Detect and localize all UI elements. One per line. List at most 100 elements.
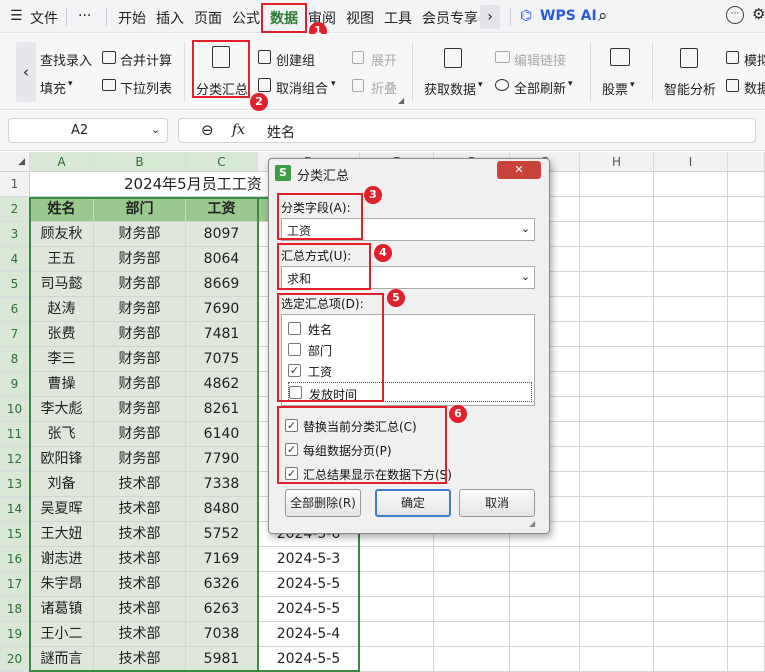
hamburger-icon[interactable]: ☰ bbox=[10, 9, 24, 23]
table-cell[interactable]: 4862 bbox=[186, 372, 258, 397]
ok-button[interactable]: 确定 bbox=[375, 489, 451, 517]
table-cell[interactable]: 6140 bbox=[186, 422, 258, 447]
model-button[interactable]: 模拟 bbox=[744, 50, 765, 69]
empty-cell[interactable] bbox=[580, 272, 654, 297]
menu-home[interactable]: 开始 bbox=[118, 8, 146, 28]
empty-cell[interactable] bbox=[728, 472, 765, 497]
row-header[interactable]: 19 bbox=[0, 622, 30, 647]
empty-cell[interactable] bbox=[728, 347, 765, 372]
data-more-button[interactable]: 数据 bbox=[744, 78, 765, 97]
menu-page[interactable]: 页面 bbox=[194, 8, 222, 28]
table-cell[interactable]: 2024-5-4 bbox=[258, 622, 360, 647]
table-cell[interactable]: 2024-5-5 bbox=[258, 572, 360, 597]
empty-cell[interactable] bbox=[580, 372, 654, 397]
table-cell[interactable]: 财务部 bbox=[94, 397, 186, 422]
table-cell[interactable]: 诸葛镇 bbox=[30, 597, 94, 622]
table-cell[interactable]: 王大妞 bbox=[30, 522, 94, 547]
empty-cell[interactable] bbox=[654, 597, 728, 622]
table-cell[interactable]: 财务部 bbox=[94, 422, 186, 447]
empty-cell[interactable] bbox=[728, 522, 765, 547]
table-cell[interactable]: 技术部 bbox=[94, 572, 186, 597]
empty-cell[interactable] bbox=[580, 422, 654, 447]
remove-all-button[interactable]: 全部删除(R) bbox=[285, 489, 361, 517]
table-cell[interactable]: 技术部 bbox=[94, 597, 186, 622]
empty-cell[interactable] bbox=[580, 597, 654, 622]
table-cell[interactable]: 技术部 bbox=[94, 647, 186, 672]
empty-cell[interactable] bbox=[654, 397, 728, 422]
empty-cell[interactable] bbox=[510, 622, 580, 647]
empty-cell[interactable] bbox=[654, 322, 728, 347]
empty-cell[interactable] bbox=[654, 622, 728, 647]
empty-cell[interactable] bbox=[654, 497, 728, 522]
table-cell[interactable]: 2024-5-5 bbox=[258, 597, 360, 622]
empty-cell[interactable] bbox=[360, 597, 434, 622]
settings-icon[interactable]: ⚙ bbox=[752, 5, 765, 23]
row-header[interactable]: 20 bbox=[0, 647, 30, 672]
empty-cell[interactable] bbox=[580, 222, 654, 247]
table-cell[interactable]: 謎而言 bbox=[30, 647, 94, 672]
table-cell[interactable]: 5981 bbox=[186, 647, 258, 672]
menu-member[interactable]: 会员专享 bbox=[422, 8, 478, 28]
row-header[interactable]: 1 bbox=[0, 172, 30, 197]
select-all-corner[interactable]: ◢ bbox=[0, 152, 30, 172]
row-header[interactable]: 18 bbox=[0, 597, 30, 622]
menu-scroll-right[interactable]: › bbox=[480, 5, 500, 29]
table-cell[interactable]: 财务部 bbox=[94, 372, 186, 397]
table-cell[interactable]: 张费 bbox=[30, 322, 94, 347]
table-cell[interactable]: 技术部 bbox=[94, 497, 186, 522]
table-cell[interactable]: 7481 bbox=[186, 322, 258, 347]
header-cell[interactable]: 姓名 bbox=[30, 197, 94, 222]
empty-cell[interactable] bbox=[728, 197, 765, 222]
column-header-j[interactable] bbox=[728, 152, 765, 172]
empty-cell[interactable] bbox=[434, 572, 510, 597]
empty-cell[interactable] bbox=[580, 397, 654, 422]
table-cell[interactable]: 8261 bbox=[186, 397, 258, 422]
empty-cell[interactable] bbox=[580, 172, 654, 197]
table-cell[interactable]: 5752 bbox=[186, 522, 258, 547]
get-data-button[interactable]: 获取数据 ▾ bbox=[422, 38, 486, 98]
empty-cell[interactable] bbox=[580, 472, 654, 497]
empty-cell[interactable] bbox=[580, 197, 654, 222]
row-header[interactable]: 6 bbox=[0, 297, 30, 322]
table-cell[interactable]: 7075 bbox=[186, 347, 258, 372]
table-cell[interactable]: 7690 bbox=[186, 297, 258, 322]
empty-cell[interactable] bbox=[580, 497, 654, 522]
menu-insert[interactable]: 插入 bbox=[156, 8, 184, 28]
empty-cell[interactable] bbox=[510, 647, 580, 672]
empty-cell[interactable] bbox=[360, 572, 434, 597]
table-cell[interactable]: 李大彪 bbox=[30, 397, 94, 422]
row-header[interactable]: 12 bbox=[0, 447, 30, 472]
table-cell[interactable]: 技术部 bbox=[94, 622, 186, 647]
table-cell[interactable]: 刘备 bbox=[30, 472, 94, 497]
table-cell[interactable]: 财务部 bbox=[94, 272, 186, 297]
table-cell[interactable]: 曹操 bbox=[30, 372, 94, 397]
dialog-titlebar[interactable]: S 分类汇总 ✕ bbox=[269, 159, 549, 187]
column-header-i[interactable]: I bbox=[654, 152, 728, 172]
menu-formula[interactable]: 公式 bbox=[232, 8, 260, 28]
empty-cell[interactable] bbox=[580, 347, 654, 372]
row-header[interactable]: 7 bbox=[0, 322, 30, 347]
create-group-button[interactable]: 创建组 bbox=[276, 50, 315, 69]
empty-cell[interactable] bbox=[434, 547, 510, 572]
empty-cell[interactable] bbox=[654, 272, 728, 297]
empty-cell[interactable] bbox=[580, 297, 654, 322]
edit-links-button[interactable]: 编辑链接 bbox=[514, 50, 566, 69]
empty-cell[interactable] bbox=[580, 647, 654, 672]
dropdown-list-button[interactable]: 下拉列表 bbox=[120, 78, 172, 97]
empty-cell[interactable] bbox=[728, 297, 765, 322]
stocks-button[interactable]: 股票 ▾ bbox=[600, 38, 642, 98]
empty-cell[interactable] bbox=[510, 572, 580, 597]
empty-cell[interactable] bbox=[434, 597, 510, 622]
empty-cell[interactable] bbox=[654, 222, 728, 247]
row-header[interactable]: 2 bbox=[0, 197, 30, 222]
name-box[interactable]: A2 ⌄ bbox=[8, 118, 168, 143]
row-header[interactable]: 3 bbox=[0, 222, 30, 247]
empty-cell[interactable] bbox=[728, 372, 765, 397]
empty-cell[interactable] bbox=[728, 172, 765, 197]
header-cell[interactable]: 工资 bbox=[186, 197, 258, 222]
table-cell[interactable]: 顾友秋 bbox=[30, 222, 94, 247]
empty-cell[interactable] bbox=[728, 247, 765, 272]
table-cell[interactable]: 赵涛 bbox=[30, 297, 94, 322]
table-cell[interactable]: 司马懿 bbox=[30, 272, 94, 297]
search-icon[interactable]: ⌕ bbox=[598, 6, 608, 26]
